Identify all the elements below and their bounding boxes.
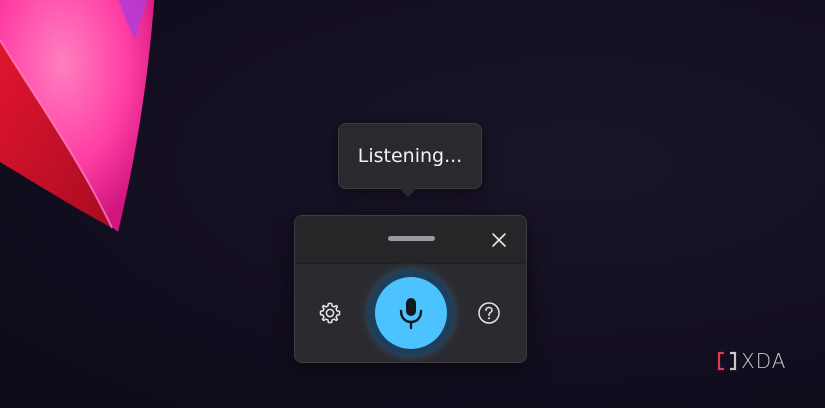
help-button[interactable] [476,300,502,326]
tooltip-text: Listening... [357,145,463,167]
panel-header [295,216,526,264]
microphone-button[interactable] [375,277,447,349]
watermark-text: XDA [741,349,787,373]
settings-button[interactable] [317,300,343,326]
gear-icon [319,302,341,324]
close-icon [492,233,506,247]
microphone-icon [399,298,423,330]
listening-tooltip: Listening... [338,123,482,189]
tooltip-pointer [399,188,417,197]
voice-access-panel [294,215,527,363]
close-button[interactable] [487,228,511,252]
xda-logo-icon [717,351,737,371]
xda-watermark: XDA [716,349,787,373]
drag-handle[interactable] [388,236,435,241]
question-circle-icon [478,302,500,324]
wallpaper-heart-shape [0,0,155,232]
desktop: Listening... XDA [0,0,825,408]
